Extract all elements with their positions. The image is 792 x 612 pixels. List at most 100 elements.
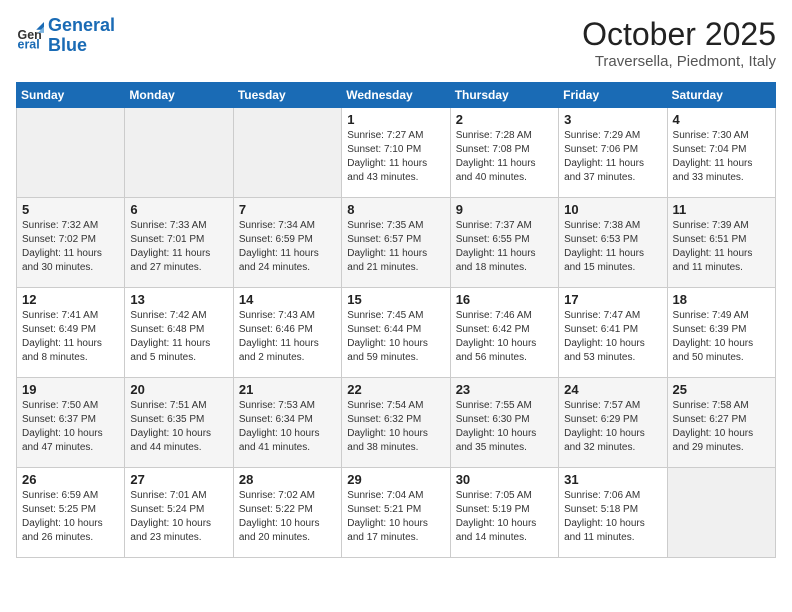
day-number: 10 xyxy=(564,202,661,217)
calendar-cell: 5 Sunrise: 7:32 AM Sunset: 7:02 PM Dayli… xyxy=(17,198,125,288)
day-number: 30 xyxy=(456,472,553,487)
weekday-header: Friday xyxy=(559,83,667,108)
cell-info: Sunrise: 7:50 AM Sunset: 6:37 PM Dayligh… xyxy=(22,399,119,455)
calendar-cell xyxy=(125,108,233,198)
day-number: 15 xyxy=(347,292,444,307)
day-number: 3 xyxy=(564,112,661,127)
calendar-cell: 2 Sunrise: 7:28 AM Sunset: 7:08 PM Dayli… xyxy=(450,108,558,198)
day-number: 31 xyxy=(564,472,661,487)
day-number: 20 xyxy=(130,382,227,397)
calendar-cell: 24 Sunrise: 7:57 AM Sunset: 6:29 PM Dayl… xyxy=(559,378,667,468)
calendar-cell xyxy=(667,468,775,558)
title-block: October 2025 Traversella, Piedmont, Ital… xyxy=(582,16,776,70)
cell-info: Sunrise: 7:37 AM Sunset: 6:55 PM Dayligh… xyxy=(456,219,553,275)
day-number: 21 xyxy=(239,382,336,397)
day-number: 1 xyxy=(347,112,444,127)
calendar-cell: 25 Sunrise: 7:58 AM Sunset: 6:27 PM Dayl… xyxy=(667,378,775,468)
day-number: 28 xyxy=(239,472,336,487)
cell-info: Sunrise: 7:06 AM Sunset: 5:18 PM Dayligh… xyxy=(564,489,661,545)
calendar-cell: 26 Sunrise: 6:59 AM Sunset: 5:25 PM Dayl… xyxy=(17,468,125,558)
day-number: 29 xyxy=(347,472,444,487)
day-number: 6 xyxy=(130,202,227,217)
weekday-header: Tuesday xyxy=(233,83,341,108)
cell-info: Sunrise: 7:01 AM Sunset: 5:24 PM Dayligh… xyxy=(130,489,227,545)
cell-info: Sunrise: 7:33 AM Sunset: 7:01 PM Dayligh… xyxy=(130,219,227,275)
calendar-cell: 10 Sunrise: 7:38 AM Sunset: 6:53 PM Dayl… xyxy=(559,198,667,288)
day-number: 14 xyxy=(239,292,336,307)
cell-info: Sunrise: 6:59 AM Sunset: 5:25 PM Dayligh… xyxy=(22,489,119,545)
day-number: 9 xyxy=(456,202,553,217)
calendar-cell: 27 Sunrise: 7:01 AM Sunset: 5:24 PM Dayl… xyxy=(125,468,233,558)
calendar-cell: 8 Sunrise: 7:35 AM Sunset: 6:57 PM Dayli… xyxy=(342,198,450,288)
calendar-cell: 1 Sunrise: 7:27 AM Sunset: 7:10 PM Dayli… xyxy=(342,108,450,198)
calendar-cell: 11 Sunrise: 7:39 AM Sunset: 6:51 PM Dayl… xyxy=(667,198,775,288)
calendar-cell: 13 Sunrise: 7:42 AM Sunset: 6:48 PM Dayl… xyxy=(125,288,233,378)
cell-info: Sunrise: 7:35 AM Sunset: 6:57 PM Dayligh… xyxy=(347,219,444,275)
calendar-cell: 19 Sunrise: 7:50 AM Sunset: 6:37 PM Dayl… xyxy=(17,378,125,468)
weekday-header-row: SundayMondayTuesdayWednesdayThursdayFrid… xyxy=(17,83,776,108)
weekday-header: Wednesday xyxy=(342,83,450,108)
day-number: 8 xyxy=(347,202,444,217)
cell-info: Sunrise: 7:38 AM Sunset: 6:53 PM Dayligh… xyxy=(564,219,661,275)
cell-info: Sunrise: 7:42 AM Sunset: 6:48 PM Dayligh… xyxy=(130,309,227,365)
day-number: 2 xyxy=(456,112,553,127)
calendar-cell: 9 Sunrise: 7:37 AM Sunset: 6:55 PM Dayli… xyxy=(450,198,558,288)
day-number: 13 xyxy=(130,292,227,307)
day-number: 22 xyxy=(347,382,444,397)
day-number: 12 xyxy=(22,292,119,307)
cell-info: Sunrise: 7:30 AM Sunset: 7:04 PM Dayligh… xyxy=(673,129,770,185)
cell-info: Sunrise: 7:55 AM Sunset: 6:30 PM Dayligh… xyxy=(456,399,553,455)
cell-info: Sunrise: 7:05 AM Sunset: 5:19 PM Dayligh… xyxy=(456,489,553,545)
cell-info: Sunrise: 7:04 AM Sunset: 5:21 PM Dayligh… xyxy=(347,489,444,545)
cell-info: Sunrise: 7:58 AM Sunset: 6:27 PM Dayligh… xyxy=(673,399,770,455)
day-number: 27 xyxy=(130,472,227,487)
cell-info: Sunrise: 7:29 AM Sunset: 7:06 PM Dayligh… xyxy=(564,129,661,185)
cell-info: Sunrise: 7:41 AM Sunset: 6:49 PM Dayligh… xyxy=(22,309,119,365)
cell-info: Sunrise: 7:39 AM Sunset: 6:51 PM Dayligh… xyxy=(673,219,770,275)
calendar-cell: 4 Sunrise: 7:30 AM Sunset: 7:04 PM Dayli… xyxy=(667,108,775,198)
day-number: 23 xyxy=(456,382,553,397)
page-header: Gen eral GeneralBlue October 2025 Traver… xyxy=(16,16,776,70)
cell-info: Sunrise: 7:47 AM Sunset: 6:41 PM Dayligh… xyxy=(564,309,661,365)
calendar-cell: 3 Sunrise: 7:29 AM Sunset: 7:06 PM Dayli… xyxy=(559,108,667,198)
calendar-week-row: 1 Sunrise: 7:27 AM Sunset: 7:10 PM Dayli… xyxy=(17,108,776,198)
calendar-table: SundayMondayTuesdayWednesdayThursdayFrid… xyxy=(16,82,776,558)
day-number: 5 xyxy=(22,202,119,217)
cell-info: Sunrise: 7:49 AM Sunset: 6:39 PM Dayligh… xyxy=(673,309,770,365)
day-number: 4 xyxy=(673,112,770,127)
day-number: 25 xyxy=(673,382,770,397)
calendar-week-row: 19 Sunrise: 7:50 AM Sunset: 6:37 PM Dayl… xyxy=(17,378,776,468)
day-number: 24 xyxy=(564,382,661,397)
calendar-week-row: 26 Sunrise: 6:59 AM Sunset: 5:25 PM Dayl… xyxy=(17,468,776,558)
calendar-week-row: 5 Sunrise: 7:32 AM Sunset: 7:02 PM Dayli… xyxy=(17,198,776,288)
cell-info: Sunrise: 7:28 AM Sunset: 7:08 PM Dayligh… xyxy=(456,129,553,185)
day-number: 7 xyxy=(239,202,336,217)
weekday-header: Saturday xyxy=(667,83,775,108)
cell-info: Sunrise: 7:53 AM Sunset: 6:34 PM Dayligh… xyxy=(239,399,336,455)
cell-info: Sunrise: 7:46 AM Sunset: 6:42 PM Dayligh… xyxy=(456,309,553,365)
calendar-cell: 20 Sunrise: 7:51 AM Sunset: 6:35 PM Dayl… xyxy=(125,378,233,468)
day-number: 26 xyxy=(22,472,119,487)
calendar-cell xyxy=(233,108,341,198)
weekday-header: Sunday xyxy=(17,83,125,108)
day-number: 16 xyxy=(456,292,553,307)
day-number: 18 xyxy=(673,292,770,307)
calendar-cell: 18 Sunrise: 7:49 AM Sunset: 6:39 PM Dayl… xyxy=(667,288,775,378)
calendar-cell: 22 Sunrise: 7:54 AM Sunset: 6:32 PM Dayl… xyxy=(342,378,450,468)
calendar-cell: 31 Sunrise: 7:06 AM Sunset: 5:18 PM Dayl… xyxy=(559,468,667,558)
logo-icon: Gen eral xyxy=(16,22,44,50)
calendar-cell: 17 Sunrise: 7:47 AM Sunset: 6:41 PM Dayl… xyxy=(559,288,667,378)
calendar-cell: 6 Sunrise: 7:33 AM Sunset: 7:01 PM Dayli… xyxy=(125,198,233,288)
cell-info: Sunrise: 7:43 AM Sunset: 6:46 PM Dayligh… xyxy=(239,309,336,365)
calendar-cell: 23 Sunrise: 7:55 AM Sunset: 6:30 PM Dayl… xyxy=(450,378,558,468)
cell-info: Sunrise: 7:34 AM Sunset: 6:59 PM Dayligh… xyxy=(239,219,336,275)
calendar-title: October 2025 xyxy=(582,16,776,53)
calendar-cell: 7 Sunrise: 7:34 AM Sunset: 6:59 PM Dayli… xyxy=(233,198,341,288)
calendar-cell: 14 Sunrise: 7:43 AM Sunset: 6:46 PM Dayl… xyxy=(233,288,341,378)
cell-info: Sunrise: 7:51 AM Sunset: 6:35 PM Dayligh… xyxy=(130,399,227,455)
cell-info: Sunrise: 7:27 AM Sunset: 7:10 PM Dayligh… xyxy=(347,129,444,185)
day-number: 19 xyxy=(22,382,119,397)
cell-info: Sunrise: 7:54 AM Sunset: 6:32 PM Dayligh… xyxy=(347,399,444,455)
calendar-subtitle: Traversella, Piedmont, Italy xyxy=(582,53,776,70)
calendar-cell xyxy=(17,108,125,198)
